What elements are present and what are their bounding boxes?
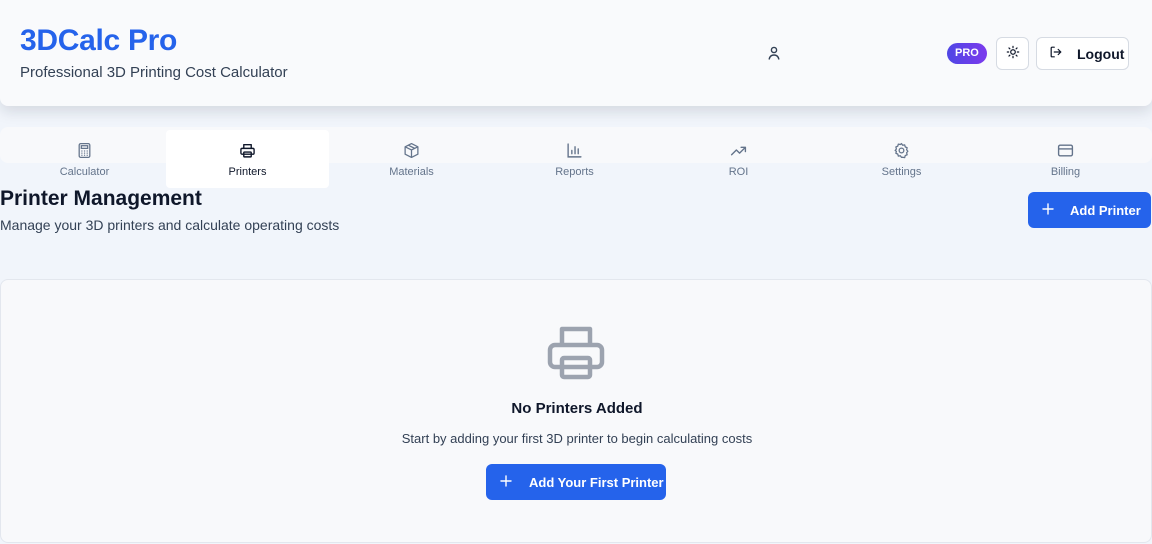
- empty-state-text: Start by adding your first 3D printer to…: [401, 431, 753, 446]
- box-icon: [403, 142, 420, 162]
- theme-toggle-button[interactable]: [996, 37, 1029, 70]
- calculator-icon: [76, 142, 93, 162]
- tab-settings[interactable]: Settings: [820, 130, 983, 188]
- tab-label: Materials: [389, 166, 434, 178]
- tab-label: Reports: [555, 166, 594, 178]
- pro-badge: PRO: [947, 43, 987, 64]
- tab-label: Calculator: [59, 166, 110, 178]
- main-tabs: Calculator Printers Materials Reports RO…: [0, 127, 1152, 189]
- add-printer-label: Add Printer: [1070, 202, 1141, 218]
- sun-icon: [1006, 45, 1020, 62]
- empty-state-title: No Printers Added: [511, 400, 643, 417]
- printer-icon: [547, 324, 605, 382]
- credit-card-icon: [1057, 142, 1074, 162]
- printer-icon: [239, 142, 256, 162]
- trending-up-icon: [730, 142, 747, 162]
- tab-label: Printers: [228, 166, 267, 178]
- app-subtitle: Professional 3D Printing Cost Calculator: [20, 64, 288, 81]
- tab-reports[interactable]: Reports: [493, 130, 656, 188]
- page-title: Printer Management: [0, 187, 202, 210]
- app-title: 3DCalc Pro: [20, 24, 178, 57]
- bar-chart-icon: [566, 142, 583, 162]
- add-first-printer-label: Add Your First Printer: [529, 474, 664, 490]
- plus-icon: [1042, 202, 1054, 218]
- tab-roi[interactable]: ROI: [657, 130, 820, 188]
- add-printer-button[interactable]: Add Printer: [1028, 192, 1151, 228]
- logout-label: Logout: [1077, 45, 1125, 62]
- plus-icon: [500, 474, 512, 490]
- app-header: 3DCalc Pro Professional 3D Printing Cost…: [0, 0, 1152, 106]
- tab-label: ROI: [728, 166, 749, 178]
- tab-label: Settings: [881, 166, 922, 178]
- logout-icon: [1049, 45, 1063, 62]
- gear-icon: [893, 142, 910, 162]
- add-first-printer-button[interactable]: Add Your First Printer: [486, 464, 666, 500]
- tab-calculator[interactable]: Calculator: [3, 130, 166, 188]
- tab-billing[interactable]: Billing: [984, 130, 1147, 188]
- tab-label: Billing: [1050, 166, 1081, 178]
- empty-state-card: No Printers Added Start by adding your f…: [0, 279, 1152, 543]
- tab-printers[interactable]: Printers: [166, 130, 329, 188]
- tab-materials[interactable]: Materials: [330, 130, 493, 188]
- page-subtitle: Manage your 3D printers and calculate op…: [0, 217, 340, 233]
- logout-button[interactable]: Logout: [1036, 37, 1129, 70]
- user-icon[interactable]: [766, 45, 782, 61]
